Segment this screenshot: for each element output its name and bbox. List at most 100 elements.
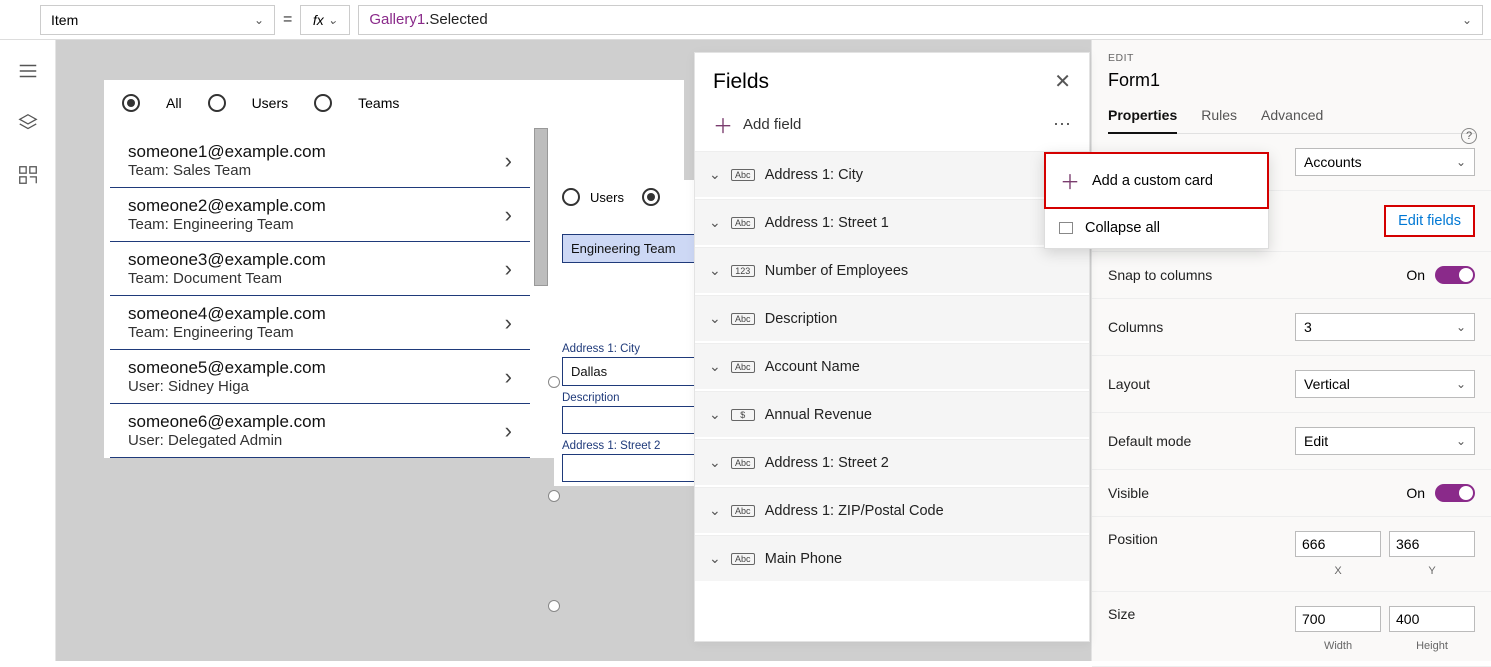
chevron-down-icon: ⌄ [1456, 377, 1466, 391]
list-item-email: someone4@example.com [128, 304, 326, 324]
field-row[interactable]: ⌄ Abc Address 1: City [695, 151, 1089, 197]
list-item[interactable]: someone1@example.com Team: Sales Team › [110, 134, 530, 188]
prop-columns-select[interactable]: 3⌄ [1295, 313, 1475, 341]
type-badge: Abc [731, 313, 755, 325]
radio-teams-2[interactable] [642, 188, 660, 206]
formula-input[interactable]: Gallery1.Selected ⌄ [358, 5, 1483, 35]
field-row[interactable]: ⌄ Abc Account Name [695, 343, 1089, 389]
help-icon[interactable]: ? [1461, 128, 1477, 144]
field-row[interactable]: ⌄ Abc Main Phone [695, 535, 1089, 581]
radio-users-label: Users [252, 95, 289, 111]
radio-users-2-label: Users [590, 190, 624, 205]
field-row-label: Number of Employees [765, 263, 908, 279]
gallery1-list: someone1@example.com Team: Sales Team ›s… [110, 134, 530, 458]
type-badge: Abc [731, 553, 755, 565]
list-item-email: someone3@example.com [128, 250, 326, 270]
close-icon[interactable]: ✕ [1054, 69, 1071, 94]
radio-teams[interactable] [314, 94, 332, 112]
chevron-right-icon: › [505, 148, 512, 174]
prop-visible-toggle[interactable]: On [1406, 484, 1475, 502]
resize-handle[interactable] [548, 376, 560, 388]
control-name: Form1 [1108, 70, 1475, 91]
prop-layout-select[interactable]: Vertical⌄ [1295, 370, 1475, 398]
chevron-right-icon: › [505, 364, 512, 390]
list-item[interactable]: someone2@example.com Team: Engineering T… [110, 188, 530, 242]
field-row[interactable]: ⌄ 123 Number of Employees [695, 247, 1089, 293]
field-row-label: Account Name [765, 359, 860, 375]
chevron-down-icon: ⌄ [709, 310, 721, 327]
list-item[interactable]: someone6@example.com User: Delegated Adm… [110, 404, 530, 458]
chevron-down-icon: ⌄ [709, 166, 721, 183]
plus-icon: ＋ [1060, 166, 1080, 195]
tab-advanced[interactable]: Advanced [1261, 101, 1323, 133]
more-icon[interactable]: ⋯ [1053, 114, 1071, 135]
field-row[interactable]: ⌄ $ Annual Revenue [695, 391, 1089, 437]
fields-panel: Fields ✕ ＋ Add field ⋯ ⌄ Abc Address 1: … [694, 52, 1090, 642]
list-item[interactable]: someone5@example.com User: Sidney Higa › [110, 350, 530, 404]
field-row-label: Address 1: Street 1 [765, 215, 889, 231]
properties-panel: EDIT Form1 ? Properties Rules Advanced D… [1091, 40, 1491, 661]
list-item-sub: Team: Document Team [128, 270, 326, 287]
field-row[interactable]: ⌄ Abc Description [695, 295, 1089, 341]
chevron-down-icon: ⌄ [709, 214, 721, 231]
list-item[interactable]: someone4@example.com Team: Engineering T… [110, 296, 530, 350]
fx-button[interactable]: fx⌄ [300, 5, 350, 35]
add-field-button[interactable]: ＋ Add field [713, 110, 801, 139]
list-item-sub: User: Delegated Admin [128, 432, 326, 449]
chevron-down-icon: ⌄ [709, 262, 721, 279]
prop-position-x[interactable] [1295, 531, 1381, 557]
prop-columns-label: Columns [1108, 319, 1163, 335]
type-badge: Abc [731, 505, 755, 517]
apps-icon[interactable] [17, 164, 39, 186]
edit-fields-button[interactable]: Edit fields [1384, 205, 1475, 237]
ctx-collapse-all[interactable]: Collapse all [1045, 208, 1268, 248]
ctx-add-custom-card[interactable]: ＋ Add a custom card [1044, 152, 1269, 209]
prop-visible-label: Visible [1108, 485, 1149, 501]
chevron-right-icon: › [505, 418, 512, 444]
field-row[interactable]: ⌄ Abc Address 1: ZIP/Postal Code [695, 487, 1089, 533]
hamburger-icon[interactable] [17, 60, 39, 82]
layers-icon[interactable] [17, 112, 39, 134]
prop-snap-toggle[interactable]: On [1406, 266, 1475, 284]
field-row-label: Annual Revenue [765, 407, 872, 423]
type-badge: Abc [731, 361, 755, 373]
prop-position-label: Position [1108, 531, 1158, 547]
list-item[interactable]: someone3@example.com Team: Document Team… [110, 242, 530, 296]
prop-position-y[interactable] [1389, 531, 1475, 557]
radio-users-2[interactable] [562, 188, 580, 206]
field-row-label: Main Phone [765, 551, 842, 567]
radio-users[interactable] [208, 94, 226, 112]
tab-properties[interactable]: Properties [1108, 101, 1177, 133]
field-row[interactable]: ⌄ Abc Address 1: Street 1 [695, 199, 1089, 245]
type-badge: 123 [731, 265, 755, 277]
prop-snap-label: Snap to columns [1108, 267, 1212, 283]
chevron-down-icon: ⌄ [1456, 434, 1466, 448]
list-item-sub: Team: Engineering Team [128, 216, 326, 233]
prop-datasource-select[interactable]: Accounts⌄ [1295, 148, 1475, 176]
radio-teams-label: Teams [358, 95, 399, 111]
field-row[interactable]: ⌄ Abc Address 1: Street 2 [695, 439, 1089, 485]
prop-defaultmode-select[interactable]: Edit⌄ [1295, 427, 1475, 455]
field-row-label: Description [765, 311, 838, 327]
prop-layout-label: Layout [1108, 376, 1150, 392]
radio-all[interactable] [122, 94, 140, 112]
scrollbar[interactable] [534, 128, 548, 286]
chevron-right-icon: › [505, 202, 512, 228]
property-select[interactable]: Item ⌄ [40, 5, 275, 35]
chevron-down-icon: ⌄ [254, 13, 264, 27]
list-item-sub: Team: Engineering Team [128, 324, 326, 341]
resize-handle[interactable] [548, 490, 560, 502]
prop-size-h[interactable] [1389, 606, 1475, 632]
resize-handle[interactable] [548, 600, 560, 612]
tab-rules[interactable]: Rules [1201, 101, 1237, 133]
prop-size-w[interactable] [1295, 606, 1381, 632]
field-row-label: Address 1: ZIP/Postal Code [765, 503, 944, 519]
chevron-down-icon: ⌄ [709, 550, 721, 567]
field-row-label: Address 1: City [765, 167, 863, 183]
prop-defaultmode-label: Default mode [1108, 433, 1191, 449]
formula-token-1: Gallery1 [369, 11, 425, 28]
chevron-down-icon: ⌄ [709, 358, 721, 375]
fields-panel-title: Fields [713, 70, 769, 94]
list-item-sub: User: Sidney Higa [128, 378, 326, 395]
chevron-right-icon: › [505, 310, 512, 336]
